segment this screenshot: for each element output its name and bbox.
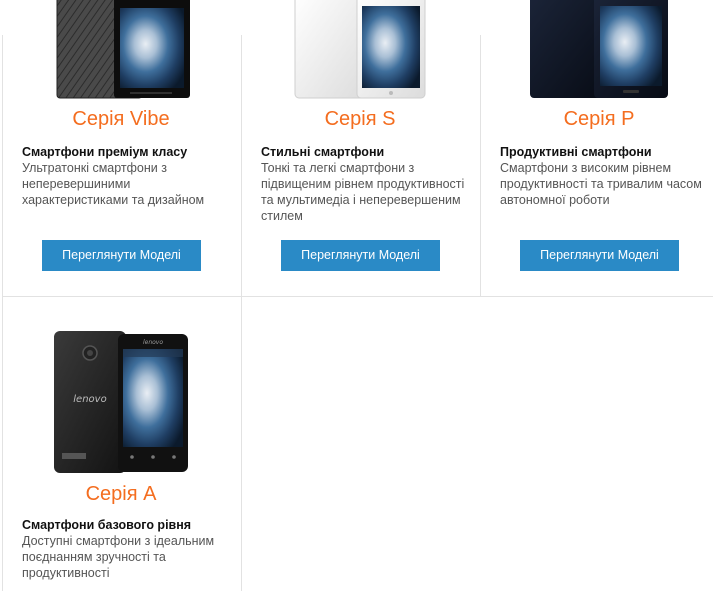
series-title: Серія A — [85, 483, 157, 505]
series-description: Доступні смартфони з ідеальним поєднання… — [22, 534, 215, 580]
series-subtitle: Продуктивні смартфони — [500, 145, 652, 159]
series-description: Тонкі та легкі смартфони з підвищеним рі… — [261, 161, 465, 223]
svg-text:lenovo: lenovo — [143, 339, 163, 346]
view-models-button[interactable]: Переглянути Моделі — [42, 240, 201, 271]
view-models-button[interactable]: Переглянути Моделі — [520, 240, 679, 271]
series-title: Серія S — [324, 108, 396, 130]
lenovo-logo: lenovo — [73, 394, 106, 405]
series-subtitle: Стильні смартфони — [261, 145, 385, 159]
series-title: Серія Vibe — [72, 108, 170, 130]
series-subtitle: Смартфони преміум класу — [22, 145, 188, 159]
series-description: Смартфони з високим рівнем продуктивност… — [500, 161, 702, 207]
phone-image-vibe — [2, 0, 240, 100]
view-models-button[interactable]: Переглянути Моделі — [281, 240, 440, 271]
phone-image-p — [480, 0, 713, 100]
series-subtitle: Смартфони базового рівня — [22, 518, 192, 532]
phone-image-a: lenovo lenovo — [2, 327, 240, 477]
series-description: Ультратонкі смартфони з неперевершиними … — [22, 161, 205, 207]
phone-image-s — [241, 0, 479, 100]
divider — [2, 296, 713, 297]
series-title: Серія P — [563, 108, 635, 130]
